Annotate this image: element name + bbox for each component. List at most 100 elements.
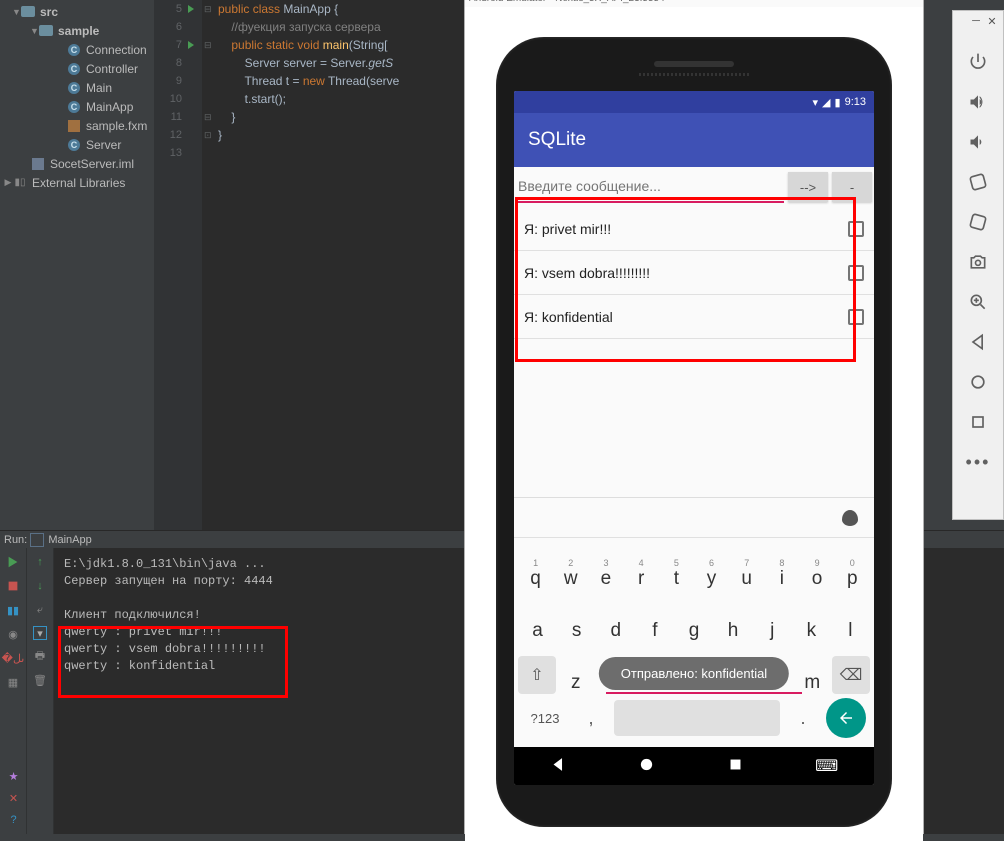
input-row: --> - xyxy=(514,167,874,207)
stop-button[interactable] xyxy=(5,578,21,594)
fold-column[interactable]: ⊟⊟⊟⊡ xyxy=(204,0,214,530)
message-row[interactable]: Я: konfidential xyxy=(514,295,874,339)
key-w[interactable]: 2w xyxy=(556,558,586,590)
rotate-left-icon[interactable] xyxy=(967,171,989,193)
android-navbar: ⌨ xyxy=(514,747,874,785)
period-key[interactable]: . xyxy=(788,708,818,729)
tree-item[interactable]: ▶▮▯External Libraries xyxy=(0,173,154,192)
nav-keyboard-icon[interactable]: ⌨ xyxy=(815,756,838,776)
volume-up-icon[interactable] xyxy=(967,91,989,113)
phone-speaker xyxy=(654,61,734,67)
window-minimize-icon[interactable]: ─ xyxy=(969,15,983,29)
project-tree[interactable]: ▼src▼sampleCConnectionCControllerCMainCM… xyxy=(0,0,154,530)
scroll-end-button[interactable]: ▾ xyxy=(33,626,47,640)
volume-down-icon[interactable] xyxy=(967,131,989,153)
enter-key[interactable] xyxy=(826,698,866,738)
pause-button[interactable]: ▮▮ xyxy=(5,602,21,618)
rerun-button[interactable] xyxy=(5,554,21,570)
backspace-key[interactable]: ⌫ xyxy=(832,656,870,694)
key-l[interactable]: l xyxy=(834,620,867,642)
soft-wrap-button[interactable]: ⤶ xyxy=(32,602,48,618)
power-icon[interactable] xyxy=(967,51,989,73)
run-label: Run: xyxy=(4,534,27,546)
send-button[interactable]: --> xyxy=(788,172,828,202)
tree-item[interactable]: CMainApp xyxy=(0,97,154,116)
key-m[interactable]: m xyxy=(797,672,827,694)
key-f[interactable]: f xyxy=(638,620,671,642)
code-area[interactable]: public class MainApp { //фуекция запуска… xyxy=(218,0,464,162)
key-r[interactable]: 4r xyxy=(626,558,656,590)
tree-item[interactable]: CServer xyxy=(0,135,154,154)
more-icon[interactable]: ••• xyxy=(967,451,989,473)
keyboard-row-2: asdfghjkl xyxy=(514,590,874,642)
minus-button[interactable]: - xyxy=(832,172,872,202)
camera-icon[interactable] xyxy=(967,251,989,273)
key-j[interactable]: j xyxy=(756,620,789,642)
key-i[interactable]: 8i xyxy=(767,558,797,590)
nav-home[interactable] xyxy=(638,756,655,777)
nav-back[interactable] xyxy=(550,756,567,777)
key-z[interactable]: z xyxy=(561,672,591,694)
shift-key[interactable]: ⇧ xyxy=(518,656,556,694)
tree-item[interactable]: sample.fxm xyxy=(0,116,154,135)
message-input[interactable] xyxy=(516,171,784,203)
key-y[interactable]: 6y xyxy=(697,558,727,590)
tree-item[interactable]: CController xyxy=(0,59,154,78)
layout-button[interactable]: ▦ xyxy=(5,674,21,690)
tree-item[interactable]: CMain xyxy=(0,78,154,97)
exit-button[interactable]: �ىل xyxy=(5,650,21,666)
mic-icon[interactable] xyxy=(842,510,858,526)
key-u[interactable]: 7u xyxy=(732,558,762,590)
message-row[interactable]: Я: privet mir!!! xyxy=(514,207,874,251)
help-icon[interactable]: ? xyxy=(6,812,22,828)
suggestion-bar[interactable] xyxy=(514,498,874,538)
checkbox[interactable] xyxy=(848,309,864,325)
favorites-icon[interactable]: ★ xyxy=(6,768,22,784)
tree-item[interactable]: ▼sample xyxy=(0,21,154,40)
space-key[interactable] xyxy=(614,700,780,736)
bottom-left-tools: ★ ✕ ? xyxy=(0,768,27,834)
emulator-window: Android Emulator - Nexus_5X_API_23:5554 … xyxy=(464,0,924,834)
key-d[interactable]: d xyxy=(599,620,632,642)
tree-item[interactable]: ▼src xyxy=(0,2,154,21)
key-a[interactable]: a xyxy=(521,620,554,642)
key-o[interactable]: 9o xyxy=(802,558,832,590)
key-h[interactable]: h xyxy=(717,620,750,642)
down-button[interactable]: ↓ xyxy=(32,578,48,594)
phone-screen[interactable]: ▾ ◢ ▮ 9:13 SQLite --> - Я: privet mir!!!… xyxy=(514,91,874,785)
close-x-icon[interactable]: ✕ xyxy=(6,790,22,806)
key-g[interactable]: g xyxy=(677,620,710,642)
camera-button[interactable]: ◉ xyxy=(5,626,21,642)
print-button[interactable]: 🖶 xyxy=(32,648,48,664)
key-k[interactable]: k xyxy=(795,620,828,642)
window-close-icon[interactable]: ✕ xyxy=(985,15,999,29)
checkbox[interactable] xyxy=(848,265,864,281)
zoom-icon[interactable] xyxy=(967,291,989,313)
trash-button[interactable]: 🗑 xyxy=(32,672,48,688)
nav-recent[interactable] xyxy=(727,756,744,777)
message-list[interactable]: Я: privet mir!!!Я: vsem dobra!!!!!!!!!Я:… xyxy=(514,207,874,339)
code-editor[interactable]: 5678910111213 ⊟⊟⊟⊡ public class MainApp … xyxy=(154,0,464,530)
tree-item[interactable]: CConnection xyxy=(0,40,154,59)
overview-icon[interactable] xyxy=(967,411,989,433)
key-s[interactable]: s xyxy=(560,620,593,642)
phone-frame: ▾ ◢ ▮ 9:13 SQLite --> - Я: privet mir!!!… xyxy=(496,37,892,827)
comma-key[interactable]: , xyxy=(576,708,606,729)
soft-keyboard[interactable]: 1q2w3e4r5t6y7u8i9o0p asdfghjkl ⇧ zxcvbnm… xyxy=(514,497,874,747)
phone-speaker-dots xyxy=(639,73,749,76)
key-p[interactable]: 0p xyxy=(837,558,867,590)
android-statusbar: ▾ ◢ ▮ 9:13 xyxy=(514,91,874,113)
back-icon[interactable] xyxy=(967,331,989,353)
tree-item[interactable]: SocetServer.iml xyxy=(0,154,154,173)
message-row[interactable]: Я: vsem dobra!!!!!!!!! xyxy=(514,251,874,295)
key-e[interactable]: 3e xyxy=(591,558,621,590)
home-icon[interactable] xyxy=(967,371,989,393)
checkbox[interactable] xyxy=(848,221,864,237)
run-config-name: MainApp xyxy=(48,534,91,546)
numeric-key[interactable]: ?123 xyxy=(522,711,568,726)
up-button[interactable]: ↑ xyxy=(32,554,48,570)
key-q[interactable]: 1q xyxy=(521,558,551,590)
rotate-right-icon[interactable] xyxy=(967,211,989,233)
key-t[interactable]: 5t xyxy=(661,558,691,590)
toast-underline xyxy=(606,692,802,694)
